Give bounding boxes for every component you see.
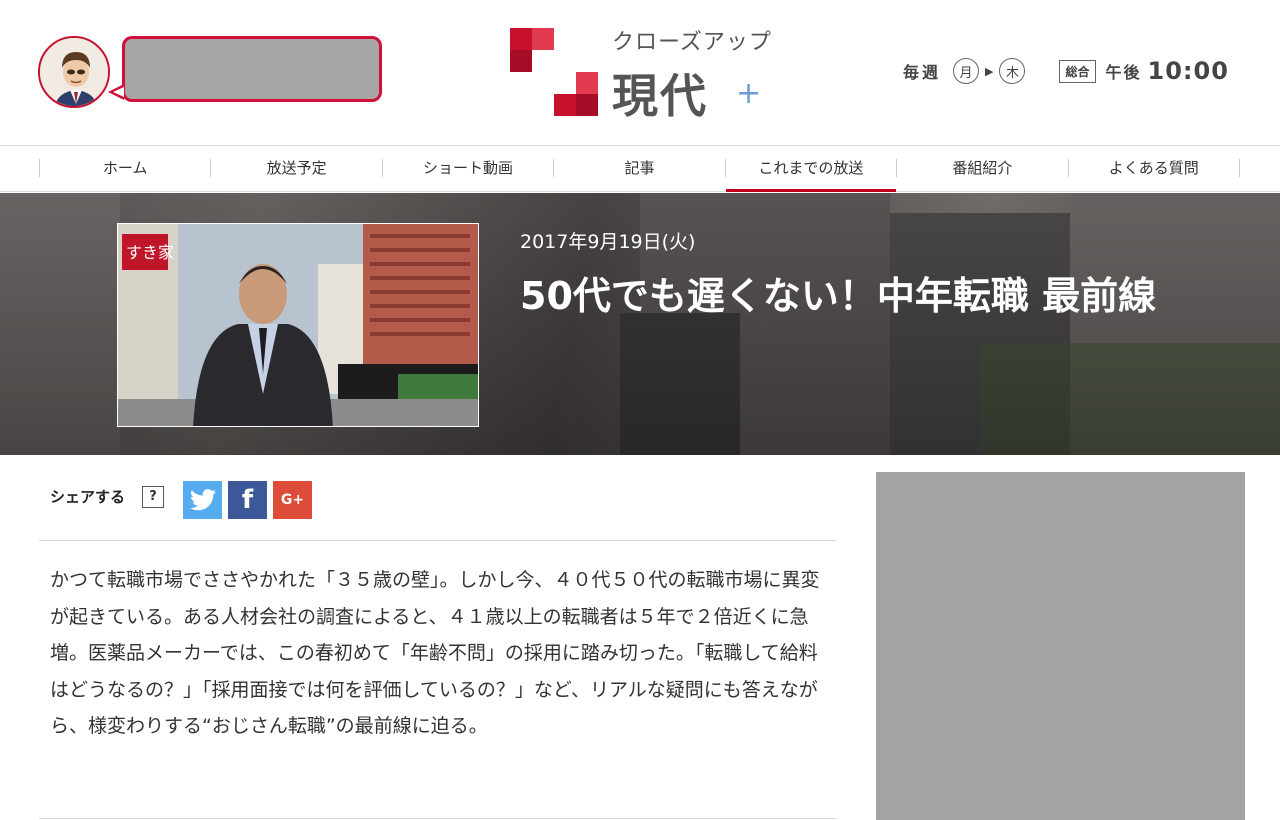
nav-item-past-broadcasts[interactable]: これまでの放送	[724, 159, 897, 192]
main-nav: ホーム 放送予定 ショート動画 記事 これまでの放送 番組紹介 よくある質問	[0, 145, 1280, 192]
logo-squares-icon	[510, 28, 598, 116]
share-divider-top	[39, 540, 836, 541]
share-help-button[interactable]: ?	[142, 486, 164, 508]
googleplus-icon: G+	[280, 492, 305, 508]
schedule-weekly: 毎週	[903, 63, 942, 82]
episode-hero: すき家 2017年9月19日(火) 50代でも遅くない！中年転職 最前線	[0, 193, 1280, 455]
share-label: シェアする	[50, 488, 126, 506]
site-header: クローズアップ 現代 + 毎週 月 ▶ 木 総合 午後 10:00	[0, 0, 1280, 145]
main-nav-items: ホーム 放送予定 ショート動画 記事 これまでの放送 番組紹介 よくある質問	[39, 146, 1240, 192]
facebook-icon: f	[241, 485, 254, 515]
schedule-channel-badge: 総合	[1059, 59, 1096, 83]
host-avatar	[38, 36, 110, 108]
logo-kana-text: クローズアップ	[612, 30, 772, 55]
description-divider-bottom	[39, 818, 836, 819]
schedule-day-end: 木	[999, 58, 1026, 84]
episode-thumbnail-image: すき家	[118, 224, 478, 426]
episode-title: 50代でも遅くない！中年転職 最前線	[520, 274, 1157, 318]
share-googleplus-button[interactable]: G+	[273, 481, 312, 519]
nav-item-home[interactable]: ホーム	[39, 159, 210, 177]
thumb-sign-text: すき家	[126, 243, 174, 262]
broadcast-schedule: 毎週 月 ▶ 木 総合 午後 10:00	[903, 56, 1229, 86]
speech-bubble	[122, 36, 382, 102]
twitter-icon	[189, 489, 216, 511]
sidebar-ad-placeholder	[876, 472, 1245, 820]
program-logo[interactable]: クローズアップ 現代 +	[508, 22, 778, 123]
play-arrow-icon: ▶	[985, 64, 994, 78]
episode-description: かつて転職市場でささやかれた「３５歳の壁」。しかし今、４０代５０代の転職市場に異…	[50, 569, 820, 737]
schedule-day-start: 月	[953, 58, 980, 84]
logo-kanji-text: 現代	[612, 69, 708, 123]
schedule-time-label: 午後	[1105, 63, 1142, 82]
nav-item-faq[interactable]: よくある質問	[1067, 159, 1240, 177]
episode-thumbnail[interactable]: すき家	[117, 223, 479, 427]
share-facebook-button[interactable]: f	[228, 481, 267, 519]
episode-date: 2017年9月19日(火)	[520, 231, 696, 253]
nav-item-short-videos[interactable]: ショート動画	[381, 159, 553, 177]
host-portrait-icon	[40, 38, 108, 106]
schedule-time: 10:00	[1147, 57, 1229, 85]
speech-bubble-tail-inner	[113, 87, 124, 97]
logo-plus-icon: +	[736, 76, 762, 111]
nav-item-articles[interactable]: 記事	[553, 159, 724, 177]
nav-item-schedule[interactable]: 放送予定	[210, 159, 381, 177]
nav-item-program-info[interactable]: 番組紹介	[896, 159, 1067, 177]
share-twitter-button[interactable]	[183, 481, 222, 519]
